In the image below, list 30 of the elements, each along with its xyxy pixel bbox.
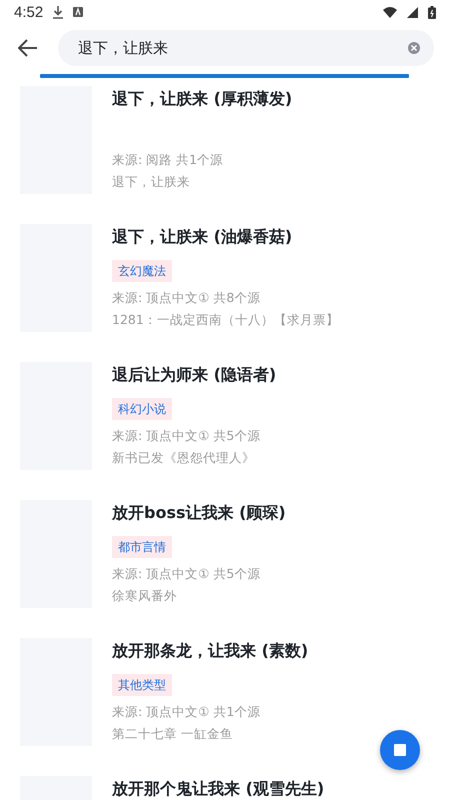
download-icon <box>53 6 64 18</box>
latest-chapter: 徐寒风番外 <box>112 587 178 604</box>
wifi-icon <box>383 6 397 18</box>
battery-icon <box>428 6 436 18</box>
signal-icon <box>407 6 418 18</box>
book-title[interactable]: 退下，让朕来 (油爆香菇) <box>112 226 430 248</box>
stop-button[interactable] <box>380 730 420 770</box>
back-icon[interactable] <box>18 39 38 57</box>
source-info: 来源: 阅路 共1个源 <box>112 151 224 168</box>
status-time: 4:52 <box>14 4 44 20</box>
genre-tag: 都市言情 <box>112 536 172 558</box>
source-info: 来源: 顶点中文① 共1个源 <box>112 703 262 720</box>
book-title[interactable]: 放开那条龙，让我来 (素数) <box>112 640 430 662</box>
latest-chapter: 第二十七章 一缸金鱼 <box>112 725 234 742</box>
book-title[interactable]: 放开boss让我来 (顾琛) <box>112 502 430 524</box>
genre-tag: 玄幻魔法 <box>112 260 172 282</box>
book-title[interactable]: 放开那个鬼让我来 (观雪先生) <box>112 778 430 800</box>
latest-chapter: 退下，让朕来 <box>112 173 191 190</box>
genre-tag: 其他类型 <box>112 674 172 696</box>
genre-tag: 科幻小说 <box>112 398 172 420</box>
search-field[interactable]: 退下，让朕来 <box>58 30 434 66</box>
book-title[interactable]: 退后让为师来 (隐语者) <box>112 364 430 386</box>
clear-icon[interactable] <box>406 40 422 56</box>
source-info: 来源: 顶点中文① 共5个源 <box>112 565 262 582</box>
latest-chapter: 新书已发《恩怨代理人》 <box>112 449 256 466</box>
source-info: 来源: 顶点中文① 共8个源 <box>112 289 262 306</box>
notification-icon <box>73 7 84 17</box>
latest-chapter: 1281：一战定西南（十八）【求月票】 <box>112 311 340 328</box>
book-title[interactable]: 退下，让朕来 (厚积薄发) <box>112 88 430 110</box>
source-info: 来源: 顶点中文① 共5个源 <box>112 427 262 444</box>
